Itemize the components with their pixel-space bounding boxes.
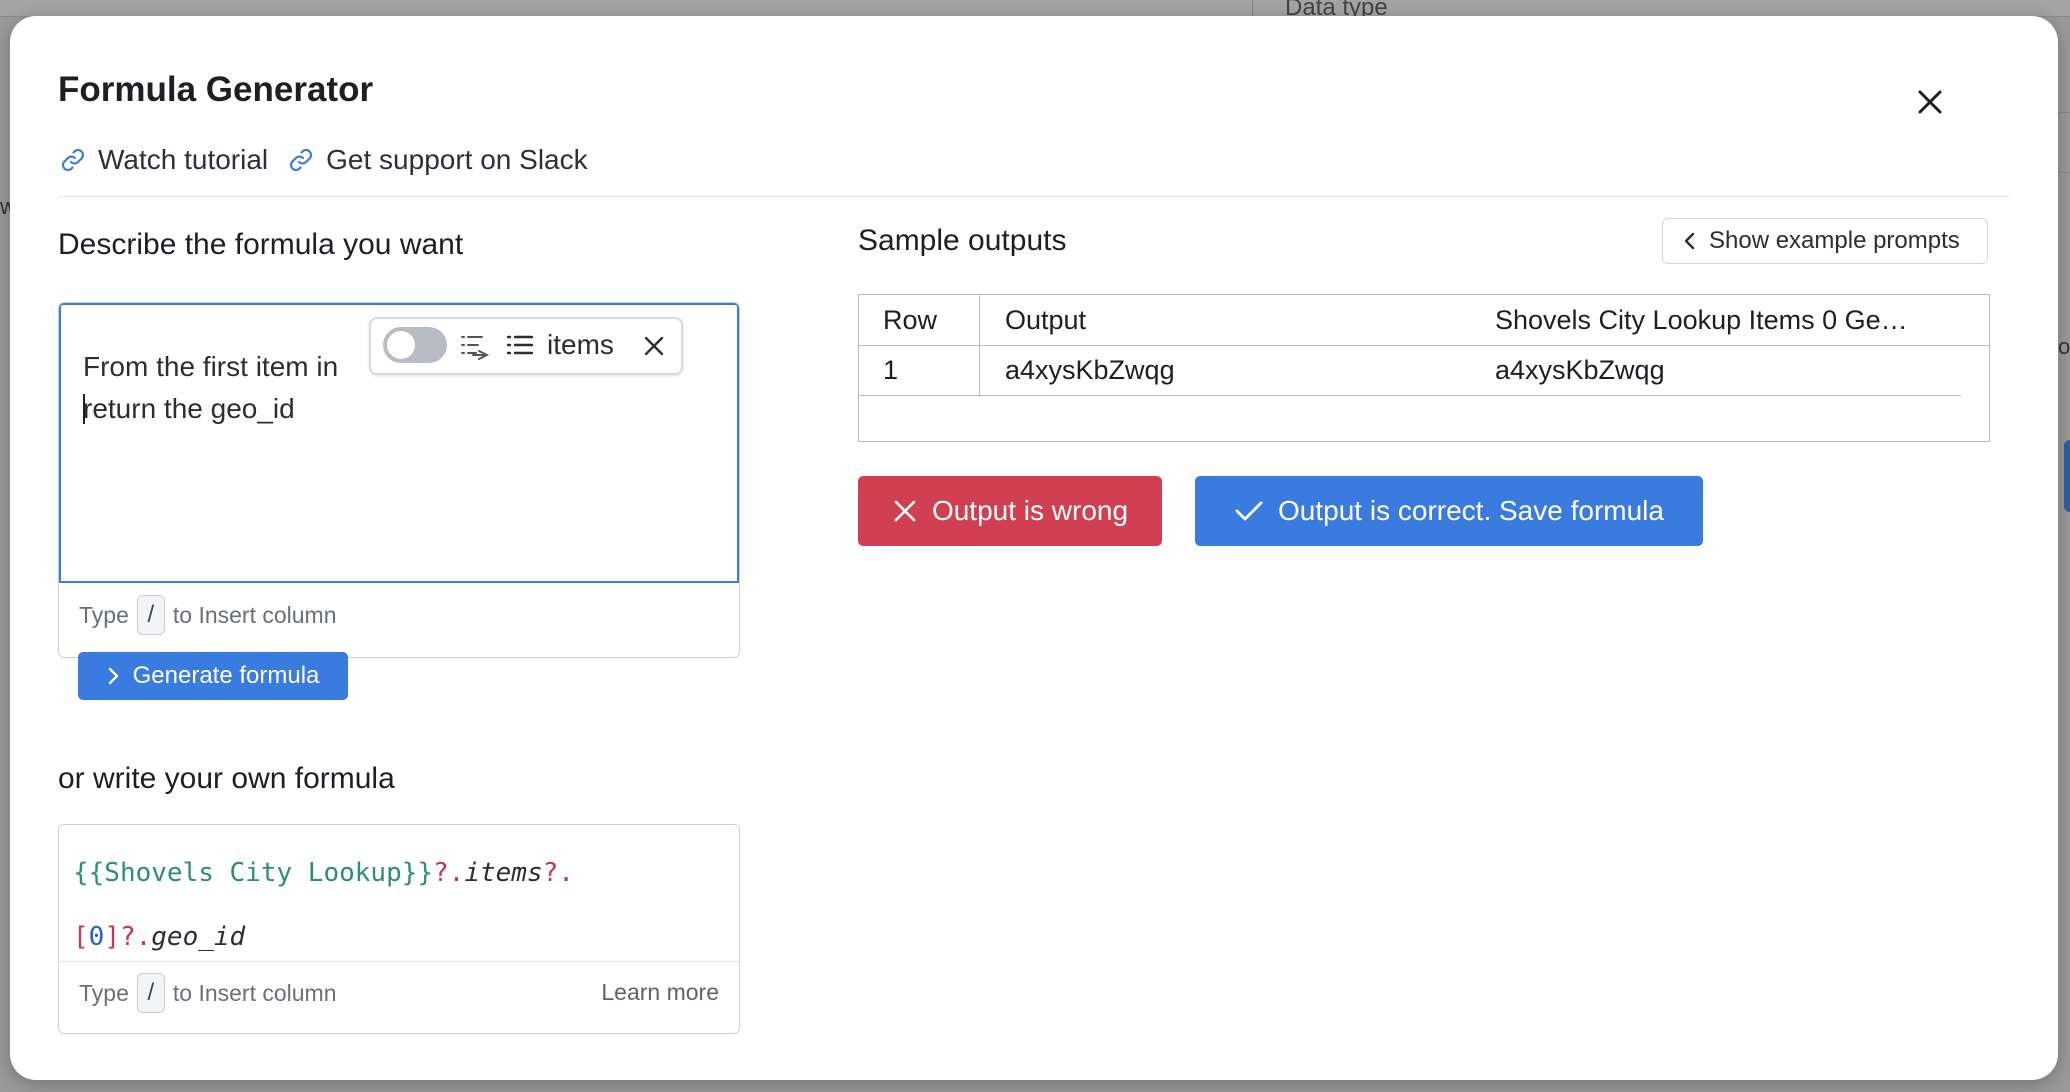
header-divider (58, 196, 2010, 197)
close-button[interactable] (1910, 82, 1950, 122)
own-formula-title: or write your own formula (58, 762, 395, 795)
table-header-row: Row (883, 305, 938, 335)
watch-tutorial-label: Watch tutorial (98, 144, 269, 175)
formula-property: items (464, 858, 543, 888)
chip-label: items (547, 329, 614, 360)
formula-code[interactable]: {{Shovels City Lookup}}?.items?. [0]?.ge… (73, 841, 574, 969)
formula-operator: ?. (119, 922, 152, 952)
learn-more-link[interactable]: Learn more (601, 979, 719, 1006)
remove-chip-icon[interactable] (639, 331, 669, 361)
prompt-input[interactable]: From the first item in items return the … (59, 303, 739, 583)
formula-bracket: [ (73, 922, 89, 952)
formula-generator-modal: Formula Generator Watch tutorial Get sup… (10, 16, 2058, 1080)
prompt-editor: From the first item in items return the … (58, 302, 740, 658)
table-row-divider (859, 395, 1961, 396)
insert-column-hint: Type / to Insert column (79, 973, 337, 1013)
formula-bracket: ] (104, 922, 120, 952)
link-icon (61, 148, 85, 172)
formula-line-1: {{Shovels City Lookup}}?.items?. (73, 841, 574, 905)
hint-rest: to Insert column (172, 601, 337, 628)
hint-type: Type (79, 979, 129, 1006)
chip-toggle[interactable] (383, 327, 447, 363)
slash-key: / (136, 595, 165, 635)
table-cell-lookup: a4xysKbZwqg (1495, 355, 1665, 385)
slack-support-label: Get support on Slack (326, 144, 588, 175)
save-formula-label: Output is correct. Save formula (1278, 495, 1664, 526)
formula-footer-divider (59, 961, 739, 962)
formula-operator: ?. (433, 858, 465, 888)
table-header-lookup: Shovels City Lookup Items 0 Ge… (1495, 305, 1908, 335)
toggle-knob (387, 331, 415, 359)
table-cell-output: a4xysKbZwqg (1005, 355, 1175, 385)
formula-property: geo_id (151, 922, 246, 952)
list-indent-icon (461, 336, 490, 360)
save-formula-button[interactable]: Output is correct. Save formula (1195, 476, 1703, 546)
prompt-line-2: return the geo_id (83, 393, 295, 425)
list-icon (506, 335, 534, 355)
x-icon (894, 500, 916, 522)
background-topbar (0, 0, 2070, 17)
background-text: o (2058, 334, 2070, 359)
output-wrong-button[interactable]: Output is wrong (858, 476, 1162, 546)
column-chip[interactable]: items (369, 317, 683, 375)
describe-title: Describe the formula you want (58, 228, 464, 261)
table-cell-row: 1 (883, 355, 899, 385)
table-header-output: Output (1005, 305, 1087, 335)
watch-tutorial-link[interactable]: Watch tutorial (58, 144, 268, 176)
modal-links: Watch tutorial Get support on Slack (58, 144, 588, 176)
generate-formula-button[interactable]: Generate formula (78, 652, 348, 700)
slack-support-link[interactable]: Get support on Slack (286, 144, 588, 176)
table-header-divider (859, 345, 1989, 346)
chevron-right-icon (108, 667, 118, 685)
output-wrong-label: Output is wrong (931, 495, 1129, 526)
generate-formula-label: Generate formula (132, 662, 320, 689)
formula-operator: ?. (542, 858, 574, 888)
formula-index: 0 (88, 922, 105, 952)
prompt-line-2-text: return the geo_id (83, 393, 295, 424)
formula-line-2: [0]?.geo_id (73, 905, 574, 969)
insert-column-hint: Type / to Insert column (79, 595, 337, 635)
background-accent-tab (2064, 440, 2070, 512)
show-example-prompts-label: Show example prompts (1709, 227, 1960, 254)
link-icon (290, 148, 313, 172)
sample-outputs-table: Row Output Shovels City Lookup Items 0 G… (858, 294, 1990, 442)
slash-key: / (136, 973, 165, 1013)
chevron-left-icon (1684, 232, 1695, 250)
formula-editor[interactable]: {{Shovels City Lookup}}?.items?. [0]?.ge… (58, 824, 740, 1034)
modal-title: Formula Generator (58, 70, 374, 109)
sample-outputs-title: Sample outputs (858, 224, 1067, 257)
check-icon (1235, 501, 1263, 521)
show-example-prompts-button[interactable]: Show example prompts (1662, 218, 1988, 264)
hint-rest: to Insert column (172, 979, 337, 1006)
prompt-prefix-text: From the first item in (83, 351, 339, 382)
formula-reference: {{Shovels City Lookup}} (73, 858, 434, 888)
close-icon (1918, 90, 1942, 114)
hint-type: Type (79, 601, 129, 628)
